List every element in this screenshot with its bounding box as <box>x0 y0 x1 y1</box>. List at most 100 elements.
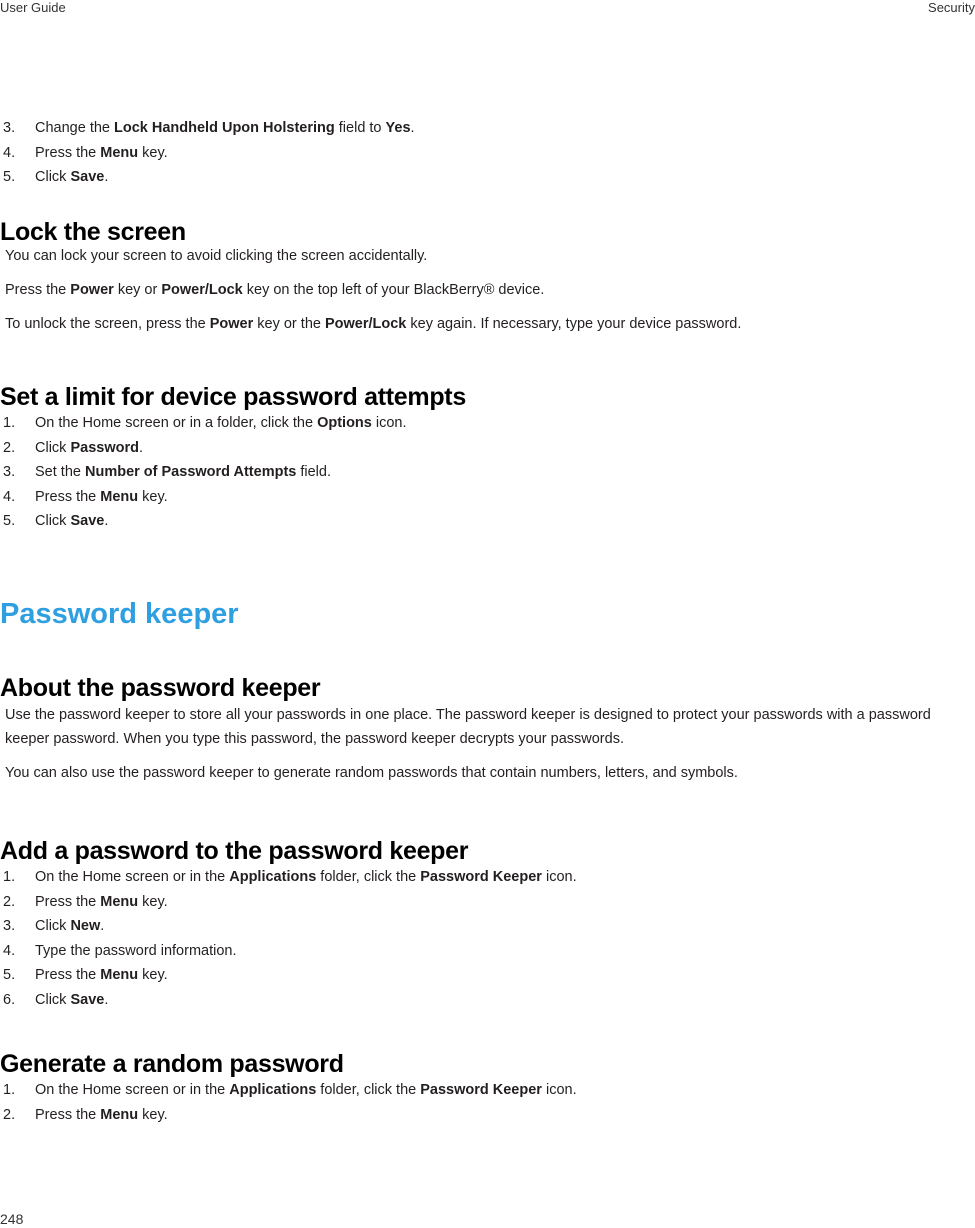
text-run: folder, click the <box>316 1082 421 1098</box>
text-run: key or <box>113 282 162 298</box>
ui-term: Options <box>317 415 372 431</box>
step-item: 3. Set the Number of Password Attempts fi… <box>0 460 975 485</box>
text-run: On the Home screen or in a folder, click… <box>35 415 318 431</box>
lock-screen-section: Lock the screen You can lock your screen… <box>0 217 975 336</box>
step-item: 5. Press the Menu key. <box>0 963 975 988</box>
text-run: key again. If necessary, type your devic… <box>406 316 742 332</box>
text-run: Click <box>35 918 71 934</box>
text-run: Click <box>35 513 71 529</box>
step-item: 5. Click Save. <box>0 165 975 190</box>
ui-term: Power <box>209 316 254 332</box>
add-password-section: Add a password to the password keeper 1.… <box>0 836 975 1012</box>
step-number: 5. <box>3 169 16 185</box>
ui-term: Lock Handheld Upon Holstering <box>114 120 335 136</box>
step-item: 1. On the Home screen or in the Applicati… <box>0 1078 975 1103</box>
text-run: Set the <box>35 464 85 480</box>
text-run: key. <box>138 1106 168 1123</box>
text-run: On the Home screen or in the <box>35 869 230 885</box>
text-run: key. <box>138 144 168 161</box>
text-run: . <box>104 513 109 529</box>
ui-term: Applications <box>229 1082 317 1098</box>
ui-term: Yes <box>385 120 411 136</box>
step-number: 4. <box>3 144 16 161</box>
ui-term: Save <box>70 169 105 185</box>
text-run: You can also use the password keeper to … <box>5 765 738 781</box>
step-number: 3. <box>3 918 16 934</box>
text-run: key or the <box>253 316 325 332</box>
text-run: Press the <box>35 144 101 161</box>
ui-term: Menu <box>100 1106 139 1123</box>
password-attempts-section: Set a limit for device password attempts… <box>0 382 975 534</box>
topic-heading: Set a limit for device password attempts <box>0 383 466 411</box>
step-item: 4. Type the password information. <box>0 939 975 964</box>
ui-term: Menu <box>100 488 139 505</box>
ui-term: Power <box>70 282 114 298</box>
text-run: To unlock the screen, press the <box>5 316 210 332</box>
topic-heading: About the password keeper <box>0 674 321 702</box>
paragraph-group: Use the password keeper to store all you… <box>0 703 975 785</box>
text-run: key. <box>138 893 168 910</box>
text-run: key on the top left of your BlackBerry® … <box>242 282 545 298</box>
text-run: icon. <box>541 1082 577 1098</box>
text-run: icon. <box>371 415 407 431</box>
text-run: Click <box>35 439 71 456</box>
text-run: field to <box>334 120 386 136</box>
text-run: Press the <box>35 893 101 910</box>
text-run: Click <box>35 991 71 1008</box>
step-number: 1. <box>3 415 16 431</box>
ui-term: Menu <box>100 893 139 910</box>
step-item: 2. Press the Menu key. <box>0 890 975 915</box>
step-number: 3. <box>3 120 16 136</box>
paragraph-group: You can lock your screen to avoid clicki… <box>0 244 975 336</box>
text-run: field. <box>296 464 332 480</box>
step-item: 6. Click Save. <box>0 988 975 1013</box>
chapter-section: Password keeper <box>0 597 975 631</box>
text-run: icon. <box>541 869 577 885</box>
text-run: Press the <box>5 282 71 298</box>
step-number: 3. <box>3 464 16 480</box>
ui-term: New <box>70 918 101 934</box>
topic-heading: Add a password to the password keeper <box>0 837 469 865</box>
step-number: 1. <box>3 1082 16 1098</box>
topic-heading: Generate a random password <box>0 1050 344 1078</box>
text-run: . <box>138 439 143 456</box>
topic-heading: Lock the screen <box>0 218 186 246</box>
step-item: 1. On the Home screen or in the Applicati… <box>0 865 975 890</box>
step-item: 2. Click Password. <box>0 436 975 461</box>
step-list: 1. On the Home screen or in the Applicati… <box>0 1078 975 1127</box>
generate-password-section: Generate a random password 1. On the Home… <box>0 1049 975 1127</box>
step-item: 1. On the Home screen or in a folder, cli… <box>0 411 975 436</box>
ui-term: Power/Lock <box>161 282 243 298</box>
ui-term: Save <box>70 991 105 1008</box>
step-item: 4. Press the Menu key. <box>0 485 975 510</box>
paragraph: You can also use the password keeper to … <box>0 761 975 785</box>
about-keeper-section: About the password keeper Use the passwo… <box>0 673 975 785</box>
ui-term: Menu <box>100 144 139 161</box>
step-item: 3. Change the Lock Handheld Upon Holsteri… <box>0 116 975 141</box>
step-number: 2. <box>3 893 16 910</box>
paragraph: Use the password keeper to store all you… <box>0 703 975 751</box>
running-header-guide: User Guide <box>0 0 66 15</box>
text-run: Change the <box>35 120 115 136</box>
paragraph: Press the Power key or Power/Lock key on… <box>0 278 975 302</box>
step-list: 1. On the Home screen or in the Applicati… <box>0 865 975 1012</box>
ui-term: Power/Lock <box>324 316 407 332</box>
text-run: . <box>100 918 105 934</box>
text-run: Type the password information. <box>35 942 237 959</box>
text-run: Press the <box>35 488 101 505</box>
text-run: key. <box>138 488 168 505</box>
step-number: 5. <box>3 513 16 529</box>
running-header-section: Security <box>928 0 975 15</box>
text-run: . <box>104 169 109 185</box>
page-number: 248 <box>0 1211 24 1227</box>
step-item: 5. Click Save. <box>0 509 975 534</box>
text-run: . <box>410 120 415 136</box>
text-run: . <box>104 991 109 1008</box>
ui-term: Number of Password Attempts <box>84 464 297 480</box>
step-number: 2. <box>3 439 16 456</box>
text-run: You can lock your screen to avoid clicki… <box>5 248 428 264</box>
text-run: Click <box>35 169 71 185</box>
step-item: 3. Click New. <box>0 914 975 939</box>
text-run: key. <box>138 967 168 983</box>
ui-term: Password <box>70 439 139 456</box>
